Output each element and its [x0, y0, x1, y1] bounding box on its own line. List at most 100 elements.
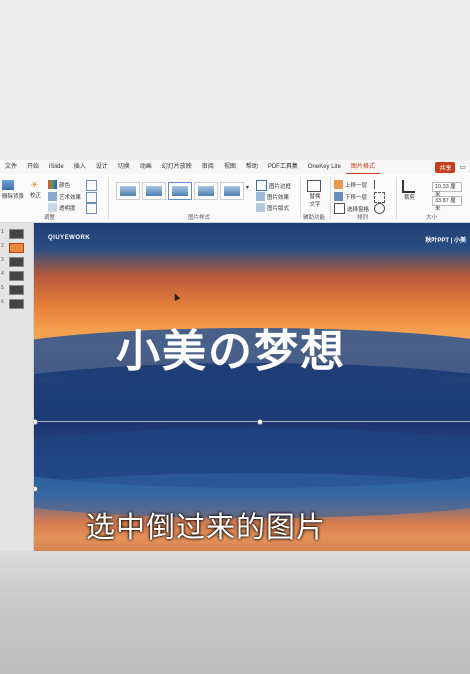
effects-icon — [256, 192, 265, 201]
art-effects-icon — [48, 192, 57, 201]
video-subtitle: 选中倒过来的图片 — [86, 510, 327, 544]
bring-forward-icon — [334, 180, 343, 189]
ribbon-panel: 删除背景 ☀ 校正 颜色 艺术效果 透明度 调整 ▾ 图片样式 图片边框 图片效… — [0, 174, 470, 223]
width-field[interactable]: 33.87 厘米 — [432, 196, 462, 212]
tab-picture-format[interactable]: 图片格式 — [345, 161, 380, 174]
tab-view[interactable]: 视图 — [219, 160, 241, 174]
remove-background-label: 删除背景 — [2, 194, 25, 200]
picture-style-3[interactable] — [168, 182, 192, 200]
picture-effects-label: 图片效果 — [267, 194, 290, 201]
transparency-button[interactable]: 透明度 — [48, 203, 76, 212]
slide-number: 5 — [1, 285, 4, 291]
slide-thumbnail-selected[interactable] — [9, 243, 24, 253]
video-top-area — [0, 0, 470, 160]
reset-picture-icon[interactable] — [86, 203, 99, 214]
sun-icon: ☀ — [30, 180, 39, 191]
group-accessibility-label: 辅助功能 — [303, 215, 326, 221]
alt-text-label: 替换文字 — [309, 194, 321, 208]
group-picture-styles-label: 图片样式 — [188, 215, 211, 221]
share-button[interactable]: 共享 — [435, 161, 456, 173]
tab-insert[interactable]: 插入 — [69, 160, 91, 174]
group-size-label: 大小 — [426, 215, 438, 221]
picture-border-button[interactable]: 图片边框 — [256, 180, 291, 191]
send-backward-icon — [334, 192, 343, 201]
change-picture-icon[interactable] — [86, 192, 99, 203]
slide-title[interactable]: 小美の梦想 — [116, 315, 346, 379]
slide-thumbnail[interactable] — [9, 285, 24, 295]
selection-pane-label: 选择窗格 — [347, 206, 370, 213]
tab-home[interactable]: 开始 — [22, 160, 44, 174]
ribbon-separator — [396, 177, 397, 219]
slide-number: 3 — [1, 257, 4, 263]
slide-number: 6 — [1, 299, 4, 305]
art-effects-label: 艺术效果 — [59, 194, 82, 201]
alt-text-icon — [307, 180, 321, 192]
group-arrange-label: 排列 — [357, 215, 369, 221]
slide-thumbnail[interactable] — [9, 299, 24, 309]
send-backward-button[interactable]: 下移一层 — [334, 192, 367, 201]
video-bottom-area — [0, 551, 470, 674]
picture-border-label: 图片边框 — [269, 183, 292, 190]
selection-pane-icon — [334, 203, 345, 214]
ribbon-tab-bar: 文件 开始 iSlide 插入 设计 切换 动画 幻灯片放映 审阅 视图 帮助 … — [0, 160, 470, 174]
tab-islide[interactable]: iSlide — [44, 160, 69, 174]
picture-style-1[interactable] — [116, 182, 140, 200]
border-icon — [256, 180, 267, 191]
corrections-label: 校正 — [30, 193, 42, 199]
crop-label: 裁剪 — [403, 195, 415, 201]
transparency-icon — [48, 203, 57, 212]
slide-number: 1 — [1, 229, 4, 235]
picture-effects-button[interactable]: 图片效果 — [256, 192, 289, 201]
ribbon-separator — [300, 177, 301, 219]
tab-onekey-lite[interactable]: OneKey Lite — [303, 160, 346, 174]
picture-style-4[interactable] — [194, 182, 218, 200]
slide-thumbnail[interactable] — [9, 229, 24, 239]
brand-logo-text: QIUYEWORK — [48, 235, 91, 241]
mouse-cursor-icon — [171, 292, 181, 301]
layout-icon — [256, 203, 265, 212]
slide-canvas[interactable]: QIUYEWORK 秋叶PPT | 小美 小美の梦想 — [34, 223, 470, 551]
rotate-icon[interactable] — [374, 203, 387, 214]
selection-border — [34, 421, 470, 422]
color-icon — [48, 180, 57, 189]
remove-background-icon — [2, 180, 14, 190]
color-label: 颜色 — [59, 182, 71, 189]
alt-text-button[interactable]: 替换文字 — [306, 180, 324, 208]
tab-slideshow[interactable]: 幻灯片放映 — [157, 160, 197, 174]
art-effects-button[interactable]: 艺术效果 — [48, 192, 81, 201]
tab-animations[interactable]: 动画 — [135, 160, 157, 174]
picture-style-2[interactable] — [142, 182, 166, 200]
slide-thumbnail[interactable] — [9, 257, 24, 267]
remove-background-button[interactable]: 删除背景 — [2, 180, 24, 200]
resize-handle[interactable] — [257, 419, 263, 425]
group-objects-icon[interactable] — [374, 192, 387, 203]
crop-button[interactable]: 裁剪 — [402, 180, 417, 201]
picture-layout-button[interactable]: 图片版式 — [256, 203, 289, 212]
compress-icon[interactable] — [86, 180, 99, 191]
height-field[interactable]: 10.33 厘米 — [432, 182, 462, 198]
tab-design[interactable]: 设计 — [91, 160, 113, 174]
picture-layout-label: 图片版式 — [267, 205, 290, 212]
comment-icon[interactable]: ▭ — [459, 163, 466, 171]
slide-thumbnail[interactable] — [9, 271, 24, 281]
ribbon-separator — [330, 177, 331, 219]
send-backward-label: 下移一层 — [345, 194, 368, 201]
tab-review[interactable]: 审阅 — [197, 160, 219, 174]
picture-style-5[interactable] — [220, 182, 244, 200]
slide-number: 4 — [1, 271, 4, 277]
ribbon-separator — [108, 177, 109, 219]
crop-icon — [402, 180, 415, 193]
group-adjust-label: 调整 — [44, 215, 56, 221]
tab-transitions[interactable]: 切换 — [113, 160, 135, 174]
styles-more-icon[interactable]: ▾ — [246, 184, 249, 191]
bring-forward-button[interactable]: 上移一层 — [334, 180, 367, 189]
brand-right-text: 秋叶PPT | 小美 — [425, 238, 466, 244]
tab-file[interactable]: 文件 — [0, 160, 22, 174]
tab-help[interactable]: 帮助 — [241, 160, 263, 174]
slide-thumbnail-panel: 1 2 3 4 5 6 — [0, 223, 34, 551]
corrections-button[interactable]: ☀ 校正 — [30, 180, 41, 199]
align-icon[interactable] — [374, 180, 386, 189]
tab-pdf-tools[interactable]: PDF工具集 — [263, 160, 303, 174]
color-button[interactable]: 颜色 — [48, 180, 70, 189]
share-label: 共享 — [439, 165, 452, 172]
